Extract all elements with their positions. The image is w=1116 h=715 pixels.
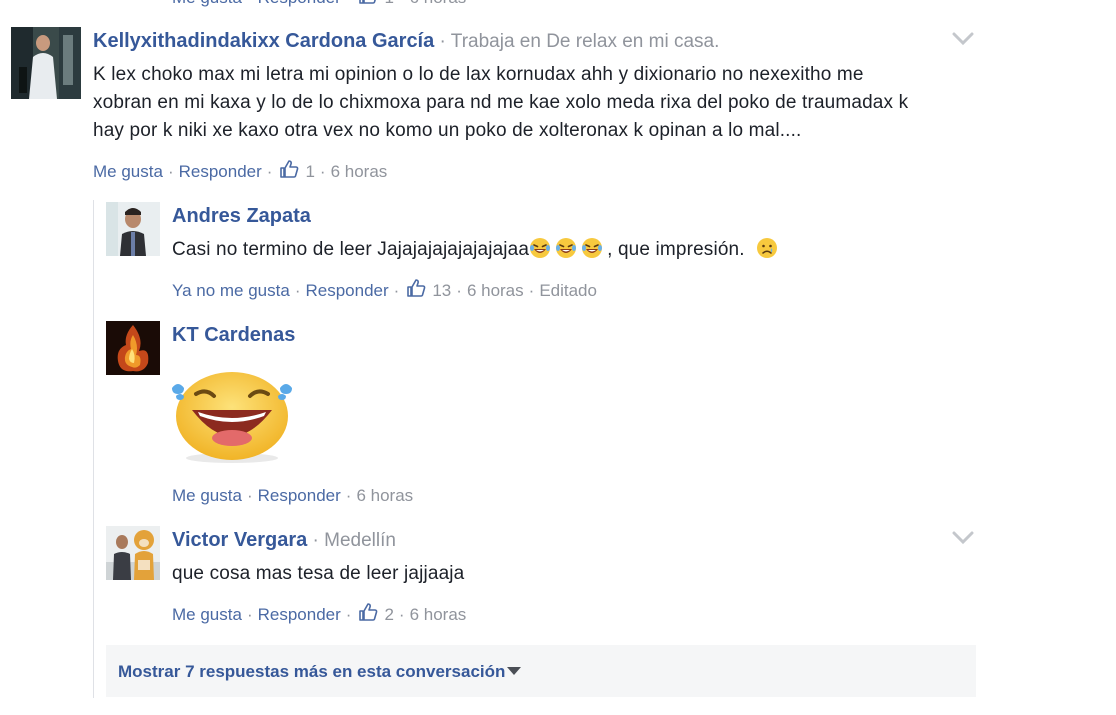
author-name[interactable]: Victor Vergara <box>172 529 307 551</box>
like-count: 13 <box>432 281 452 300</box>
author-location[interactable]: Medellín <box>324 530 396 551</box>
like-link[interactable]: Me gusta <box>172 605 242 625</box>
avatar[interactable] <box>106 202 160 256</box>
comment-author-row: Kellyxithadindakixx Cardona García · Tra… <box>93 30 720 52</box>
thumbs-up-icon[interactable] <box>406 278 426 298</box>
like-link[interactable]: Me gusta <box>172 0 242 8</box>
reply-text: Casi no termino de leer Jajajajajajajaja… <box>172 236 782 264</box>
caret-down-icon <box>507 663 522 681</box>
chevron-down-icon[interactable] <box>952 531 974 545</box>
reply-link[interactable]: Responder <box>258 486 341 506</box>
reply-author-name[interactable]: KT Cardenas <box>172 324 295 347</box>
reply-link[interactable]: Responder <box>179 162 262 182</box>
laughing-tears-emoji-icon <box>581 237 603 259</box>
thumbs-up-icon[interactable] <box>358 0 378 5</box>
reply-actions: Me gusta · Responder · 2 · 6 horas <box>172 602 467 625</box>
reply-actions: Me gusta · Responder · 6 horas <box>172 486 414 506</box>
previous-comment-actions: Me gusta · Responder · 1 · 6 horas <box>172 0 466 8</box>
like-count: 1 <box>305 162 315 181</box>
like-count: 1 <box>384 0 393 8</box>
author-name[interactable]: Kellyxithadindakixx Cardona García <box>93 30 434 52</box>
thumbs-up-icon[interactable] <box>358 602 378 622</box>
timestamp: 6 horas <box>410 0 467 8</box>
crying-face-emoji-icon <box>756 237 778 259</box>
reply-text: que cosa mas tesa de leer jajjaaja <box>172 563 465 584</box>
timestamp[interactable]: 6 horas <box>467 281 524 301</box>
comment-actions: Me gusta · Responder · 1 · 6 horas <box>93 159 388 182</box>
reply-thread-rail <box>93 200 94 698</box>
timestamp[interactable]: 6 horas <box>356 486 413 506</box>
chevron-down-icon[interactable] <box>952 32 974 46</box>
edited-label[interactable]: Editado <box>539 281 597 301</box>
laughing-sticker-icon <box>170 366 294 466</box>
laughing-tears-emoji-icon <box>555 237 577 259</box>
show-more-replies-button[interactable]: Mostrar 7 respuestas más en esta convers… <box>106 645 976 697</box>
avatar[interactable] <box>106 526 160 580</box>
avatar[interactable] <box>11 27 81 99</box>
reply-actions: Ya no me gusta · Responder · 13 · 6 hora… <box>172 278 597 301</box>
like-count: 2 <box>384 605 394 624</box>
avatar[interactable] <box>106 321 160 375</box>
thumbs-up-icon[interactable] <box>279 159 299 179</box>
reply-link[interactable]: Responder <box>258 605 341 625</box>
comment-text: K lex choko max mi letra mi opinion o lo… <box>93 64 909 141</box>
like-link[interactable]: Me gusta <box>93 162 163 182</box>
timestamp[interactable]: 6 horas <box>331 162 388 182</box>
reply-author-row: Victor Vergara · Medellín <box>172 529 396 551</box>
author-work[interactable]: Trabaja en De relax en mi casa. <box>451 31 720 52</box>
timestamp[interactable]: 6 horas <box>410 605 467 625</box>
reply-link[interactable]: Responder <box>258 0 341 8</box>
like-link[interactable]: Me gusta <box>172 486 242 506</box>
laughing-tears-emoji-icon <box>529 237 551 259</box>
unlike-link[interactable]: Ya no me gusta <box>172 281 290 301</box>
reply-author-name[interactable]: Andres Zapata <box>172 205 311 228</box>
reply-link[interactable]: Responder <box>306 281 389 301</box>
show-more-replies-label: Mostrar 7 respuestas más en esta convers… <box>118 662 506 681</box>
